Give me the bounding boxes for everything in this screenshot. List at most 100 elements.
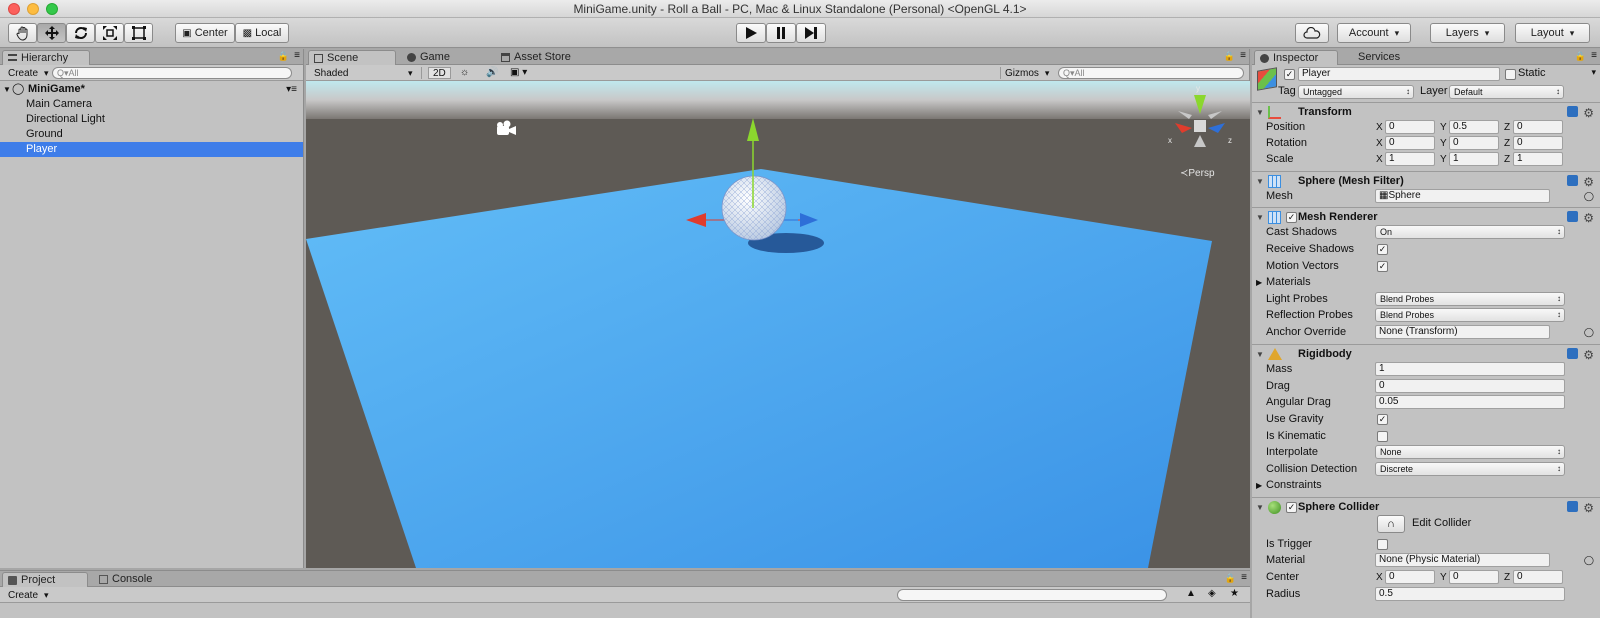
scale-x-field[interactable]: 1	[1385, 152, 1435, 166]
lock-icon[interactable]: 🔒	[278, 51, 289, 62]
position-y-field[interactable]: 0.5	[1449, 120, 1499, 134]
light-probes-dropdown[interactable]: Blend Probes	[1375, 292, 1565, 306]
2d-mode-toggle[interactable]: 2D	[428, 67, 451, 79]
hierarchy-item[interactable]: Directional Light	[0, 112, 303, 127]
object-picker-icon[interactable]: ◯	[1584, 324, 1594, 341]
panel-menu-icon[interactable]: ≡	[294, 50, 300, 61]
rect-tool-button[interactable]	[124, 23, 153, 43]
rotate-tool-button[interactable]	[66, 23, 95, 43]
lock-icon[interactable]: 🔒	[1575, 51, 1586, 62]
scene-viewport[interactable]: y x z ≺Persp	[306, 81, 1250, 568]
pivot-space-button[interactable]: ▩ Local	[235, 23, 289, 43]
tab-hierarchy[interactable]: Hierarchy	[2, 50, 90, 65]
active-checkbox[interactable]: ✓	[1284, 69, 1295, 80]
sphere-collider-enabled-checkbox[interactable]: ✓	[1286, 502, 1297, 513]
pause-button[interactable]	[766, 23, 796, 43]
anchor-override-field[interactable]: None (Transform)	[1375, 325, 1550, 339]
collision-detection-dropdown[interactable]: Discrete	[1375, 462, 1565, 476]
hierarchy-search-input[interactable]: Q▾All	[52, 67, 292, 79]
filter-by-label-icon[interactable]: ◈	[1208, 588, 1216, 599]
scene-audio-toggle[interactable]: 🔊	[482, 67, 502, 79]
is-kinematic-checkbox[interactable]	[1377, 431, 1388, 442]
constraints-row[interactable]: ▶ Constraints	[1252, 477, 1600, 494]
static-checkbox[interactable]	[1505, 69, 1516, 80]
materials-row[interactable]: ▶ Materials	[1252, 274, 1600, 291]
rotation-y-field[interactable]: 0	[1449, 136, 1499, 150]
interpolate-dropdown[interactable]: None	[1375, 445, 1565, 459]
help-book-icon[interactable]	[1567, 211, 1578, 222]
zoom-window-button[interactable]	[46, 3, 58, 15]
object-name-field[interactable]: Player	[1298, 67, 1500, 81]
mesh-renderer-enabled-checkbox[interactable]: ✓	[1286, 212, 1297, 223]
layer-dropdown[interactable]: Default	[1449, 85, 1564, 99]
scale-z-field[interactable]: 1	[1513, 152, 1563, 166]
rotation-z-field[interactable]: 0	[1513, 136, 1563, 150]
position-z-field[interactable]: 0	[1513, 120, 1563, 134]
layers-dropdown[interactable]: Layers	[1430, 23, 1505, 43]
account-dropdown[interactable]: Account	[1337, 23, 1411, 43]
tab-asset-store[interactable]: Asset Store	[496, 50, 596, 65]
collapse-arrow-icon[interactable]: ▼	[1256, 498, 1264, 517]
collider-material-field[interactable]: None (Physic Material)	[1375, 553, 1550, 567]
angular-drag-field[interactable]: 0.05	[1375, 395, 1565, 409]
pivot-center-button[interactable]: ▣ Center	[175, 23, 235, 43]
use-gravity-checkbox[interactable]: ✓	[1377, 414, 1388, 425]
scene-menu-icon[interactable]: ▾≡	[286, 82, 297, 97]
shading-mode-dropdown[interactable]: Shaded	[310, 67, 422, 79]
perspective-label[interactable]: ≺Persp	[1180, 168, 1215, 179]
motion-vectors-checkbox[interactable]: ✓	[1377, 261, 1388, 272]
hand-tool-button[interactable]	[8, 23, 37, 43]
position-x-field[interactable]: 0	[1385, 120, 1435, 134]
scene-root-item[interactable]: ▼ ◯ MiniGame* ▾≡	[0, 82, 303, 97]
cast-shadows-dropdown[interactable]: On	[1375, 225, 1565, 239]
layout-dropdown[interactable]: Layout	[1515, 23, 1590, 43]
move-tool-button[interactable]	[37, 23, 66, 43]
panel-menu-icon[interactable]: ≡	[1241, 572, 1247, 583]
project-search-input[interactable]	[897, 589, 1167, 601]
collab-cloud-button[interactable]	[1295, 23, 1329, 43]
minimize-window-button[interactable]	[27, 3, 39, 15]
expand-arrow-icon[interactable]: ▼	[3, 82, 11, 97]
tab-inspector[interactable]: Inspector	[1254, 50, 1338, 65]
hierarchy-create-dropdown[interactable]: Create	[4, 67, 53, 79]
edit-collider-button[interactable]: ∩	[1377, 515, 1405, 533]
radius-field[interactable]: 0.5	[1375, 587, 1565, 601]
lock-icon[interactable]: 🔒	[1225, 573, 1236, 584]
panel-menu-icon[interactable]: ≡	[1591, 50, 1597, 61]
object-picker-icon[interactable]: ◯	[1584, 552, 1594, 569]
filter-by-type-icon[interactable]: ▲	[1186, 588, 1196, 599]
rotation-x-field[interactable]: 0	[1385, 136, 1435, 150]
drag-field[interactable]: 0	[1375, 379, 1565, 393]
help-book-icon[interactable]	[1567, 348, 1578, 359]
gear-icon[interactable]: ⚙	[1583, 499, 1594, 518]
reflection-probes-dropdown[interactable]: Blend Probes	[1375, 308, 1565, 322]
scene-lighting-toggle[interactable]: ☼	[456, 67, 473, 79]
sphere-collider-header[interactable]: ▼ ✓ Sphere Collider ⚙	[1252, 497, 1600, 516]
expand-arrow-icon[interactable]: ▶	[1256, 477, 1262, 494]
tag-dropdown[interactable]: Untagged	[1298, 85, 1414, 99]
tab-scene[interactable]: Scene	[308, 50, 396, 65]
receive-shadows-checkbox[interactable]: ✓	[1377, 244, 1388, 255]
tab-project[interactable]: Project	[2, 572, 88, 587]
tab-console[interactable]: Console	[94, 572, 174, 587]
help-book-icon[interactable]	[1567, 106, 1578, 117]
project-create-dropdown[interactable]: Create	[4, 589, 53, 601]
scene-search-input[interactable]: Q▾All	[1058, 67, 1244, 79]
favorite-star-icon[interactable]: ★	[1230, 588, 1239, 599]
center-x-field[interactable]: 0	[1385, 570, 1435, 584]
hierarchy-item[interactable]: Main Camera	[0, 97, 303, 112]
object-picker-icon[interactable]: ◯	[1584, 188, 1594, 205]
scale-y-field[interactable]: 1	[1449, 152, 1499, 166]
tab-game[interactable]: Game	[402, 50, 490, 65]
gizmos-dropdown[interactable]: Gizmos	[1000, 67, 1053, 79]
mass-field[interactable]: 1	[1375, 362, 1565, 376]
scene-canvas[interactable]: y x z ≺Persp	[306, 81, 1250, 568]
center-y-field[interactable]: 0	[1449, 570, 1499, 584]
help-book-icon[interactable]	[1567, 501, 1578, 512]
lock-icon[interactable]: 🔒	[1224, 51, 1235, 62]
tab-services[interactable]: Services	[1340, 50, 1410, 65]
step-button[interactable]	[796, 23, 826, 43]
mesh-field[interactable]: ▦Sphere	[1375, 189, 1550, 203]
scale-tool-button[interactable]	[95, 23, 124, 43]
is-trigger-checkbox[interactable]	[1377, 539, 1388, 550]
